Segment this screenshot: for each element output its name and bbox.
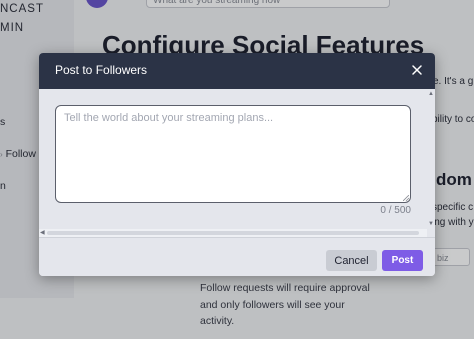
scroll-up-arrow-icon[interactable]: ▲: [428, 91, 434, 97]
resize-handle-icon[interactable]: [403, 195, 409, 201]
close-icon: [412, 65, 422, 75]
character-count: 0 / 500: [380, 205, 411, 216]
horizontal-scrollbar[interactable]: ◀: [39, 229, 427, 237]
post-textarea[interactable]: [55, 105, 411, 203]
close-button[interactable]: [407, 60, 427, 80]
post-to-followers-dialog: Post to Followers 0 / 500 ▲ ▼ ◀ Cancel P…: [39, 53, 435, 276]
dialog-footer: Cancel Post: [39, 237, 435, 276]
scroll-left-arrow-icon[interactable]: ◀: [40, 229, 45, 237]
post-button[interactable]: Post: [382, 250, 423, 271]
dialog-title: Post to Followers: [55, 63, 148, 77]
cancel-button[interactable]: Cancel: [326, 250, 377, 271]
scroll-down-arrow-icon[interactable]: ▼: [428, 221, 434, 227]
dialog-header: Post to Followers: [39, 53, 435, 89]
horizontal-scrollbar-thumb[interactable]: [47, 231, 419, 235]
vertical-scrollbar[interactable]: ▲ ▼: [427, 89, 435, 237]
dialog-body: 0 / 500 ▲ ▼ ◀: [39, 89, 435, 237]
